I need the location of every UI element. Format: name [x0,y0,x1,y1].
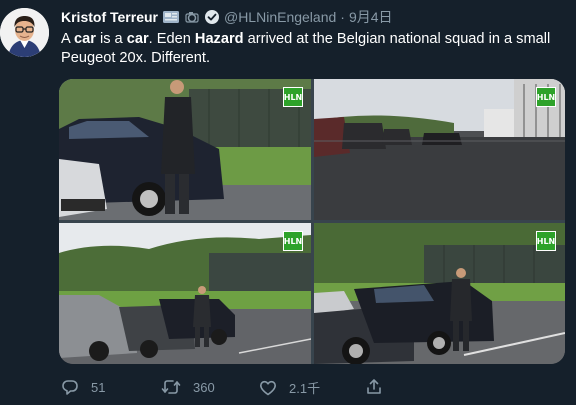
like-button[interactable]: 2.1千 [259,378,320,397]
share-icon [365,378,383,396]
tweet-header: Kristof Terreur @HLNinEngeland · 9月4日 [61,8,393,26]
tweet-text-highlight: car [73,31,96,47]
tweet-text-highlight: Hazard [194,31,244,47]
hln-watermark: HLN [283,87,303,107]
tweet-text-part: . Eden [148,31,195,47]
tweet-date[interactable]: 9月4日 [349,7,393,27]
avatar[interactable] [0,8,49,57]
reply-count: 51 [91,379,106,395]
like-count: 2.1千 [289,381,321,396]
header-separator: · [340,9,345,25]
author-name[interactable]: Kristof Terreur [61,9,158,25]
tweet-text-highlight: car [126,31,149,47]
media-grid: HLN HLN HLN HLN [59,79,565,364]
hln-watermark: HLN [536,87,556,107]
retweet-button[interactable]: 360 [161,378,215,396]
share-button[interactable] [365,378,383,396]
like-icon [259,379,277,397]
tweet-actions: 51 360 2.1千 [61,378,491,398]
photo-4[interactable]: HLN [314,223,565,364]
verified-icon [204,9,220,25]
flag-icon [162,10,180,24]
tweet-text: A car is a car. Eden Hazard arrived at t… [61,30,561,68]
hln-watermark: HLN [536,231,556,251]
retweet-count: 360 [193,379,215,395]
photo-4-image [314,223,565,364]
photo-2-image [314,79,565,220]
photo-1[interactable]: HLN [59,79,311,220]
avatar-image [0,8,49,57]
reply-icon [61,378,79,396]
photo-3[interactable]: HLN [59,223,311,364]
photo-2[interactable]: HLN [314,79,565,220]
photo-1-image [59,79,311,220]
retweet-icon [161,378,181,396]
camera-icon [184,10,200,24]
tweet-text-part: A [61,31,74,47]
tweet-text-part: is a [95,31,127,47]
author-handle[interactable]: @HLNinEngeland [224,9,336,25]
photo-3-image [59,223,311,364]
hln-watermark: HLN [283,231,303,251]
reply-button[interactable]: 51 [61,378,105,396]
